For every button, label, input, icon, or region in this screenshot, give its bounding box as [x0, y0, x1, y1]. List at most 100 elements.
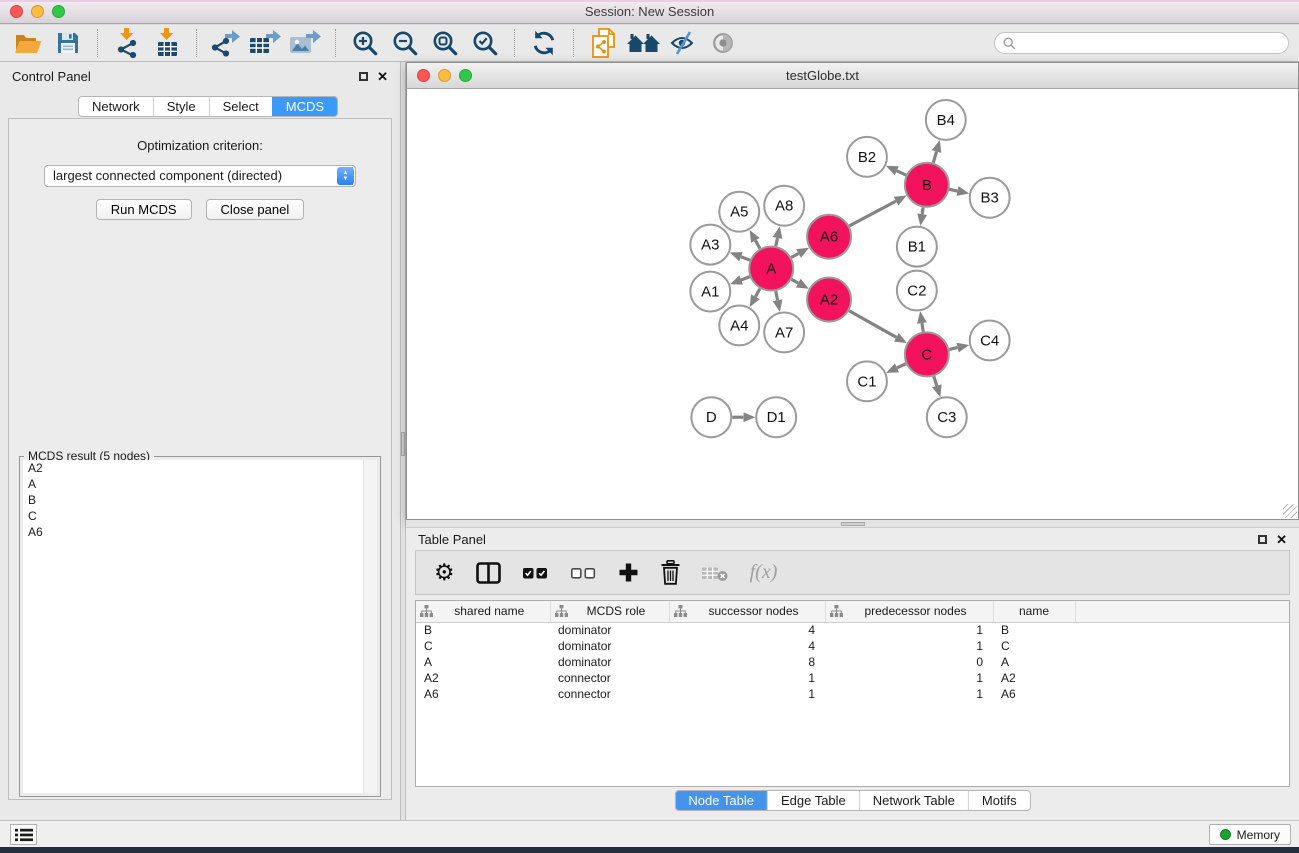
- graph-node-C3[interactable]: C3: [927, 397, 967, 437]
- table-cell[interactable]: 8: [669, 654, 825, 670]
- graph-node-B1[interactable]: B1: [897, 227, 937, 267]
- float-table-panel-icon[interactable]: [1258, 535, 1267, 544]
- table-cell[interactable]: 1: [825, 686, 993, 702]
- tab-node-table[interactable]: Node Table: [675, 791, 767, 810]
- graph-edge-A-A3[interactable]: [741, 257, 750, 260]
- zoom-out-icon[interactable]: [388, 27, 422, 59]
- graph-node-C[interactable]: C: [905, 332, 949, 376]
- add-column-icon[interactable]: [618, 562, 639, 583]
- table-row[interactable]: Cdominator41C: [416, 638, 1289, 654]
- tab-motifs[interactable]: Motifs: [968, 791, 1030, 810]
- table-cell[interactable]: C: [416, 638, 550, 654]
- graph-node-A1[interactable]: A1: [690, 272, 730, 312]
- graph-node-B2[interactable]: B2: [847, 137, 887, 177]
- table-cell[interactable]: A: [993, 654, 1075, 670]
- graph-edge-B-B1[interactable]: [922, 207, 923, 214]
- graph-edge-A-A7[interactable]: [776, 291, 778, 300]
- import-network-icon[interactable]: [110, 27, 144, 59]
- graph-edge-A-A6[interactable]: [791, 254, 798, 258]
- graph-edge-A-A4[interactable]: [755, 289, 759, 297]
- table-cell[interactable]: A: [416, 654, 550, 670]
- table-cell[interactable]: 4: [669, 622, 825, 638]
- table-cell[interactable]: 4: [669, 638, 825, 654]
- table-cell[interactable]: connector: [550, 686, 669, 702]
- zoom-network-window-button[interactable]: [459, 69, 472, 82]
- graph-edge-B-B2[interactable]: [897, 171, 906, 175]
- resize-grip-icon[interactable]: [1283, 504, 1297, 518]
- close-window-button[interactable]: [10, 5, 23, 18]
- show-columns-icon[interactable]: [476, 562, 501, 584]
- float-panel-icon[interactable]: [359, 72, 368, 81]
- graph-edge-A2-C[interactable]: [849, 311, 896, 338]
- open-file-icon[interactable]: [11, 27, 45, 59]
- column-header-MCDS-role[interactable]: MCDS role: [550, 601, 669, 622]
- network-graph[interactable]: B4B2BB3A8A5A6A3B1AC2A1A2A4A7C4CC1C3DD1: [407, 89, 1298, 519]
- table-cell[interactable]: dominator: [550, 622, 669, 638]
- tab-network-table[interactable]: Network Table: [859, 791, 968, 810]
- home-icon[interactable]: [626, 27, 660, 59]
- tab-style[interactable]: Style: [153, 97, 209, 116]
- table-row[interactable]: A6connector11A6: [416, 686, 1289, 702]
- tab-edge-table[interactable]: Edge Table: [767, 791, 859, 810]
- close-network-window-button[interactable]: [417, 69, 430, 82]
- table-cell[interactable]: A6: [416, 686, 550, 702]
- table-cell[interactable]: 1: [669, 670, 825, 686]
- table-cell[interactable]: B: [416, 622, 550, 638]
- graph-node-A2[interactable]: A2: [807, 278, 851, 322]
- table-row[interactable]: Adominator80A: [416, 654, 1289, 670]
- table-cell[interactable]: A2: [993, 670, 1075, 686]
- mcds-result-item[interactable]: C: [23, 508, 377, 524]
- graph-node-B[interactable]: B: [905, 163, 949, 207]
- export-network-icon[interactable]: [209, 27, 243, 59]
- close-panel-icon[interactable]: ✕: [377, 70, 388, 83]
- table-cell[interactable]: dominator: [550, 638, 669, 654]
- graph-node-A6[interactable]: A6: [807, 215, 851, 259]
- zoom-selected-icon[interactable]: [468, 27, 502, 59]
- delete-column-icon[interactable]: [660, 560, 681, 585]
- graph-node-B3[interactable]: B3: [970, 178, 1010, 218]
- graph-edge-C-C2[interactable]: [922, 323, 923, 332]
- graph-node-B4[interactable]: B4: [926, 100, 966, 140]
- memory-button[interactable]: Memory: [1209, 824, 1291, 845]
- graph-node-A[interactable]: A: [749, 247, 793, 291]
- clipboard-network-icon[interactable]: [586, 27, 620, 59]
- horizontal-split-divider[interactable]: [406, 520, 1299, 528]
- show-graphics-details-icon[interactable]: [706, 27, 740, 59]
- criterion-dropdown[interactable]: largest connected component (directed) ▲…: [44, 165, 356, 187]
- graph-edge-A-A5[interactable]: [755, 240, 759, 248]
- table-cell[interactable]: B: [993, 622, 1075, 638]
- tab-select[interactable]: Select: [209, 97, 272, 116]
- search-input[interactable]: [1020, 34, 1288, 52]
- table-cell[interactable]: 1: [825, 670, 993, 686]
- table-cell[interactable]: A2: [416, 670, 550, 686]
- tab-mcds[interactable]: MCDS: [272, 97, 337, 116]
- refresh-layout-icon[interactable]: [527, 27, 561, 59]
- import-table-icon[interactable]: [150, 27, 184, 59]
- search-field[interactable]: [994, 32, 1289, 54]
- graph-node-A3[interactable]: A3: [690, 225, 730, 265]
- mcds-result-item[interactable]: A: [23, 476, 377, 492]
- save-session-icon[interactable]: [51, 27, 85, 59]
- graph-edge-A-A8[interactable]: [776, 238, 778, 246]
- minimize-network-window-button[interactable]: [438, 69, 451, 82]
- table-cell[interactable]: 1: [669, 686, 825, 702]
- graph-node-C2[interactable]: C2: [897, 271, 937, 311]
- zoom-fit-icon[interactable]: [428, 27, 462, 59]
- table-cell[interactable]: connector: [550, 670, 669, 686]
- divider-handle[interactable]: [841, 522, 865, 526]
- graph-node-D1[interactable]: D1: [756, 397, 796, 437]
- graph-node-A8[interactable]: A8: [764, 186, 804, 226]
- graph-node-C4[interactable]: C4: [970, 320, 1010, 360]
- close-panel-button[interactable]: Close panel: [206, 199, 305, 220]
- column-header-successor-nodes[interactable]: successor nodes: [669, 601, 825, 622]
- zoom-in-icon[interactable]: [348, 27, 382, 59]
- mcds-result-item[interactable]: B: [23, 492, 377, 508]
- graph-edge-A-A1[interactable]: [741, 277, 750, 280]
- network-canvas[interactable]: B4B2BB3A8A5A6A3B1AC2A1A2A4A7C4CC1C3DD1: [407, 89, 1298, 519]
- show-panels-list-button[interactable]: [10, 824, 37, 845]
- table-cell[interactable]: 1: [825, 622, 993, 638]
- graph-node-A5[interactable]: A5: [719, 192, 759, 232]
- graph-edge-C-C4[interactable]: [949, 348, 957, 350]
- minimize-window-button[interactable]: [31, 5, 44, 18]
- column-header-predecessor-nodes[interactable]: predecessor nodes: [825, 601, 993, 622]
